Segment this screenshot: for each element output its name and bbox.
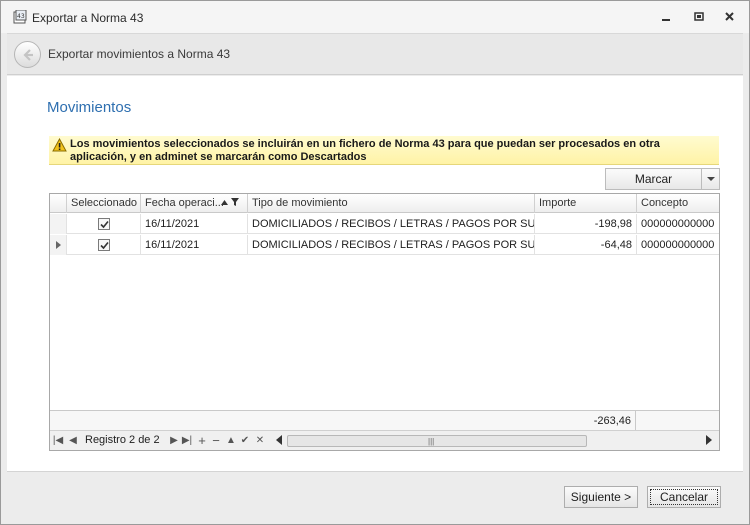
importe-total: -263,46: [534, 411, 636, 431]
app-icon: 43: [13, 9, 27, 24]
minimize-icon[interactable]: [658, 10, 674, 24]
cell-fecha[interactable]: 16/11/2021: [141, 235, 248, 255]
column-header-fecha[interactable]: Fecha operaci...: [141, 194, 248, 213]
cell-importe[interactable]: -198,98: [535, 214, 637, 234]
add-record-icon[interactable]: +: [196, 434, 208, 447]
prev-record-icon[interactable]: ◀: [67, 434, 79, 447]
window-title: Exportar a Norma 43: [32, 11, 144, 25]
filter-icon[interactable]: [231, 198, 239, 207]
checkbox-checked-icon[interactable]: [98, 218, 110, 230]
column-header-tipo[interactable]: Tipo de movimiento: [248, 194, 535, 213]
apply-edit-icon[interactable]: ✔: [239, 434, 251, 447]
next-record-icon[interactable]: ▶: [168, 434, 180, 447]
header-indicator: [50, 194, 67, 213]
back-arrow-icon: [23, 49, 33, 61]
close-icon[interactable]: [722, 10, 738, 24]
column-header-seleccionado[interactable]: Seleccionado: [67, 194, 141, 213]
column-header-importe[interactable]: Importe: [535, 194, 637, 213]
maximize-icon[interactable]: [691, 10, 707, 24]
content-panel: Movimientos Los movimientos seleccionado…: [7, 76, 743, 471]
checkbox-checked-icon[interactable]: [98, 239, 110, 251]
grid-header: Seleccionado Fecha operaci... Tipo de mo…: [50, 194, 719, 213]
record-indicator: Registro 2 de 2: [85, 434, 160, 446]
scrollbar-grip-icon[interactable]: |||: [428, 437, 434, 446]
section-title: Movimientos: [47, 99, 132, 116]
cancel-edit-icon[interactable]: ✕: [254, 434, 266, 447]
delete-record-icon[interactable]: −: [210, 434, 222, 447]
movements-grid: Seleccionado Fecha operaci... Tipo de mo…: [49, 193, 720, 451]
scroll-right-icon[interactable]: [706, 435, 712, 445]
first-record-icon[interactable]: |◀: [52, 434, 64, 447]
row-indicator[interactable]: [50, 235, 67, 255]
column-header-concepto[interactable]: Concepto: [637, 194, 719, 213]
cell-importe[interactable]: -64,48: [535, 235, 637, 255]
next-button[interactable]: Siguiente >: [564, 486, 638, 508]
marcar-split-button: Marcar: [605, 168, 720, 190]
table-row[interactable]: 16/11/2021 DOMICILIADOS / RECIBOS / LETR…: [50, 235, 719, 255]
cancel-button[interactable]: Cancelar: [647, 486, 721, 508]
grid-footer: -263,46: [50, 410, 719, 431]
export-window: 43 Exportar a Norma 43 Exportar movimien…: [0, 0, 750, 525]
marcar-dropdown[interactable]: [701, 168, 720, 190]
warning-text: Los movimientos seleccionados se incluir…: [70, 138, 660, 163]
cell-tipo[interactable]: DOMICILIADOS / RECIBOS / LETRAS / PAGOS …: [248, 214, 535, 234]
warning-icon: [52, 137, 67, 155]
cell-seleccionado[interactable]: [67, 235, 141, 255]
column-header-fecha-label: Fecha operaci...: [145, 197, 224, 209]
wizard-header: Exportar movimientos a Norma 43: [7, 33, 743, 75]
horizontal-scrollbar[interactable]: |||: [287, 435, 587, 447]
chevron-down-icon: [707, 177, 715, 181]
cell-seleccionado[interactable]: [67, 214, 141, 234]
table-row[interactable]: 16/11/2021 DOMICILIADOS / RECIBOS / LETR…: [50, 214, 719, 234]
cell-tipo[interactable]: DOMICILIADOS / RECIBOS / LETRAS / PAGOS …: [248, 235, 535, 255]
warning-banner: Los movimientos seleccionados se incluir…: [49, 136, 719, 165]
marcar-button[interactable]: Marcar: [605, 168, 702, 190]
grid-navigator: |◀ ◀ Registro 2 de 2 ▶ ▶| + − ▲ ✔ ✕ |||: [50, 430, 719, 450]
cell-concepto[interactable]: 000000000000: [637, 235, 719, 255]
cell-concepto[interactable]: 000000000000: [637, 214, 719, 234]
row-indicator[interactable]: [50, 214, 67, 234]
current-row-icon: [56, 241, 61, 249]
title-bar[interactable]: 43 Exportar a Norma 43: [1, 1, 749, 33]
last-record-icon[interactable]: ▶|: [181, 434, 193, 447]
wizard-footer: Siguiente > Cancelar: [7, 471, 743, 519]
back-button[interactable]: [14, 41, 41, 68]
scroll-left-icon[interactable]: [276, 435, 282, 445]
cell-fecha[interactable]: 16/11/2021: [141, 214, 248, 234]
move-up-icon[interactable]: ▲: [225, 434, 237, 447]
wizard-title: Exportar movimientos a Norma 43: [48, 47, 231, 61]
svg-text:43: 43: [17, 13, 25, 20]
sort-ascending-icon: [221, 200, 228, 205]
